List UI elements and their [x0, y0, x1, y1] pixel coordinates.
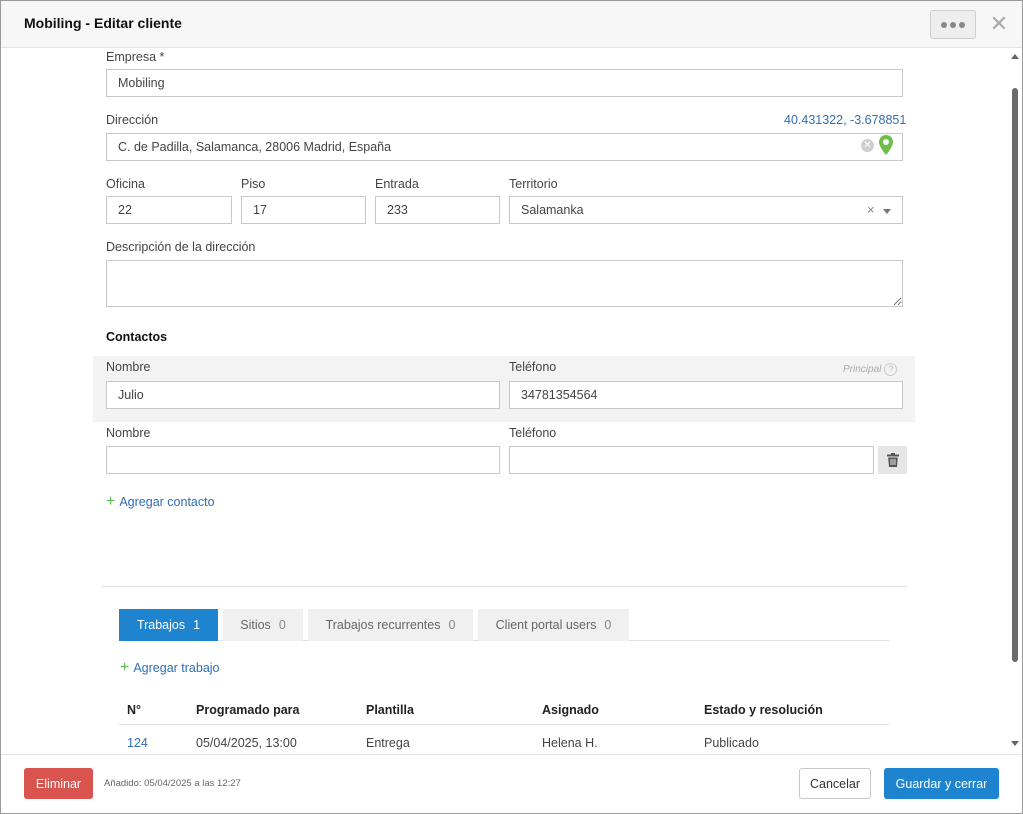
contact-name-label: Nombre: [106, 426, 151, 440]
tab-count: 1: [193, 618, 201, 632]
dialog-title: Mobiling - Editar cliente: [24, 15, 182, 31]
scroll-down-icon[interactable]: [1011, 741, 1019, 746]
tab-count: 0: [278, 618, 286, 632]
entrada-field[interactable]: 233: [375, 196, 500, 224]
territorio-select[interactable]: Salamanka: [509, 196, 903, 224]
tab-client-portal-users[interactable]: Client portal users 0: [478, 609, 629, 641]
table-header-divider: [119, 724, 889, 725]
empresa-field[interactable]: Mobiling: [106, 69, 903, 97]
plus-icon: +: [106, 493, 116, 510]
plus-icon: +: [120, 659, 130, 676]
contact-phone-field[interactable]: 34781354564: [509, 381, 903, 409]
empresa-label: Empresa *: [106, 50, 165, 64]
tab-count: 0: [604, 618, 612, 632]
contact-phone-label: Teléfono: [509, 426, 557, 440]
column-header-scheduled[interactable]: Programado para: [196, 703, 300, 717]
tab-trabajos[interactable]: Trabajos 1: [119, 609, 218, 641]
edit-client-dialog: Mobiling - Editar cliente ✕ Empresa * Mo…: [0, 0, 1023, 814]
more-options-button[interactable]: [930, 10, 976, 39]
save-and-close-button[interactable]: Guardar y cerrar: [884, 768, 999, 799]
added-timestamp: Añadido: 05/04/2025 a las 12:27: [104, 778, 241, 789]
contacts-section-title: Contactos: [106, 330, 168, 344]
principal-indicator: Principal ?: [843, 363, 898, 376]
descripcion-label: Descripción de la dirección: [106, 240, 256, 254]
more-dots-icon: [941, 21, 947, 28]
contact-phone-label: Teléfono: [509, 360, 557, 374]
oficina-label: Oficina: [106, 177, 145, 191]
dialog-header: Mobiling - Editar cliente ✕: [1, 1, 1022, 48]
related-tabs: Trabajos 1 Sitios 0 Trabajos recurrentes…: [119, 609, 889, 641]
piso-field[interactable]: 17: [241, 196, 366, 224]
scroll-up-icon[interactable]: [1011, 54, 1019, 59]
contact-name-field[interactable]: [106, 446, 500, 474]
piso-label: Piso: [241, 177, 266, 191]
dialog-footer: Eliminar Añadido: 05/04/2025 a las 12:27…: [1, 754, 1022, 813]
help-icon[interactable]: ?: [884, 363, 898, 376]
tab-sitios[interactable]: Sitios 0: [223, 609, 303, 641]
section-divider: [102, 586, 907, 587]
entrada-label: Entrada: [375, 177, 419, 191]
column-header-number[interactable]: N°: [127, 703, 141, 717]
close-icon[interactable]: ✕: [989, 13, 1009, 35]
direccion-field[interactable]: C. de Padilla, Salamanca, 28006 Madrid, …: [106, 133, 903, 161]
job-status: Publicado: [704, 736, 759, 750]
scroll-thumb[interactable]: [1012, 88, 1018, 662]
job-scheduled: 05/04/2025, 13:00: [196, 736, 297, 750]
contact-phone-field[interactable]: [509, 446, 874, 474]
trash-icon: [886, 453, 899, 467]
tab-label: Sitios: [240, 618, 271, 632]
more-dot: [950, 21, 956, 28]
principal-label: Principal: [843, 364, 882, 375]
delete-button[interactable]: Eliminar: [24, 768, 93, 799]
direccion-label: Dirección: [106, 113, 159, 127]
chevron-down-icon[interactable]: [883, 209, 891, 214]
more-dot: [959, 21, 965, 28]
tab-label: Trabajos: [136, 618, 186, 632]
add-job-link[interactable]: + Agregar trabajo: [120, 659, 220, 676]
tab-trabajos-recurrentes[interactable]: Trabajos recurrentes 0: [308, 609, 473, 641]
tab-label: Client portal users: [495, 618, 597, 632]
oficina-field[interactable]: 22: [106, 196, 232, 224]
job-template: Entrega: [366, 736, 410, 750]
delete-contact-button[interactable]: [878, 446, 907, 474]
contact-name-label: Nombre: [106, 360, 151, 374]
descripcion-textarea[interactable]: [106, 260, 903, 307]
clear-icon[interactable]: ✕: [861, 139, 874, 152]
add-contact-label: Agregar contacto: [119, 495, 215, 509]
contact-name-field[interactable]: Julio: [106, 381, 500, 409]
map-pin-icon[interactable]: [879, 135, 893, 155]
territorio-label: Territorio: [509, 177, 558, 191]
column-header-assigned[interactable]: Asignado: [542, 703, 599, 717]
tab-count: 0: [448, 618, 456, 632]
job-number-link[interactable]: 124: [127, 736, 148, 750]
column-header-status[interactable]: Estado y resolución: [704, 703, 823, 717]
tab-label: Trabajos recurrentes: [325, 618, 441, 632]
job-assigned: Helena H.: [542, 736, 598, 750]
add-contact-link[interactable]: + Agregar contacto: [106, 493, 215, 510]
coordinates-link[interactable]: 40.431322, -3.678851: [784, 113, 906, 127]
column-header-template[interactable]: Plantilla: [366, 703, 414, 717]
clear-icon[interactable]: ×: [867, 202, 875, 217]
cancel-button[interactable]: Cancelar: [799, 768, 871, 799]
vertical-scrollbar[interactable]: [1008, 48, 1022, 754]
add-job-label: Agregar trabajo: [133, 661, 220, 675]
dialog-content[interactable]: Empresa * Mobiling Dirección 40.431322, …: [1, 48, 1008, 754]
